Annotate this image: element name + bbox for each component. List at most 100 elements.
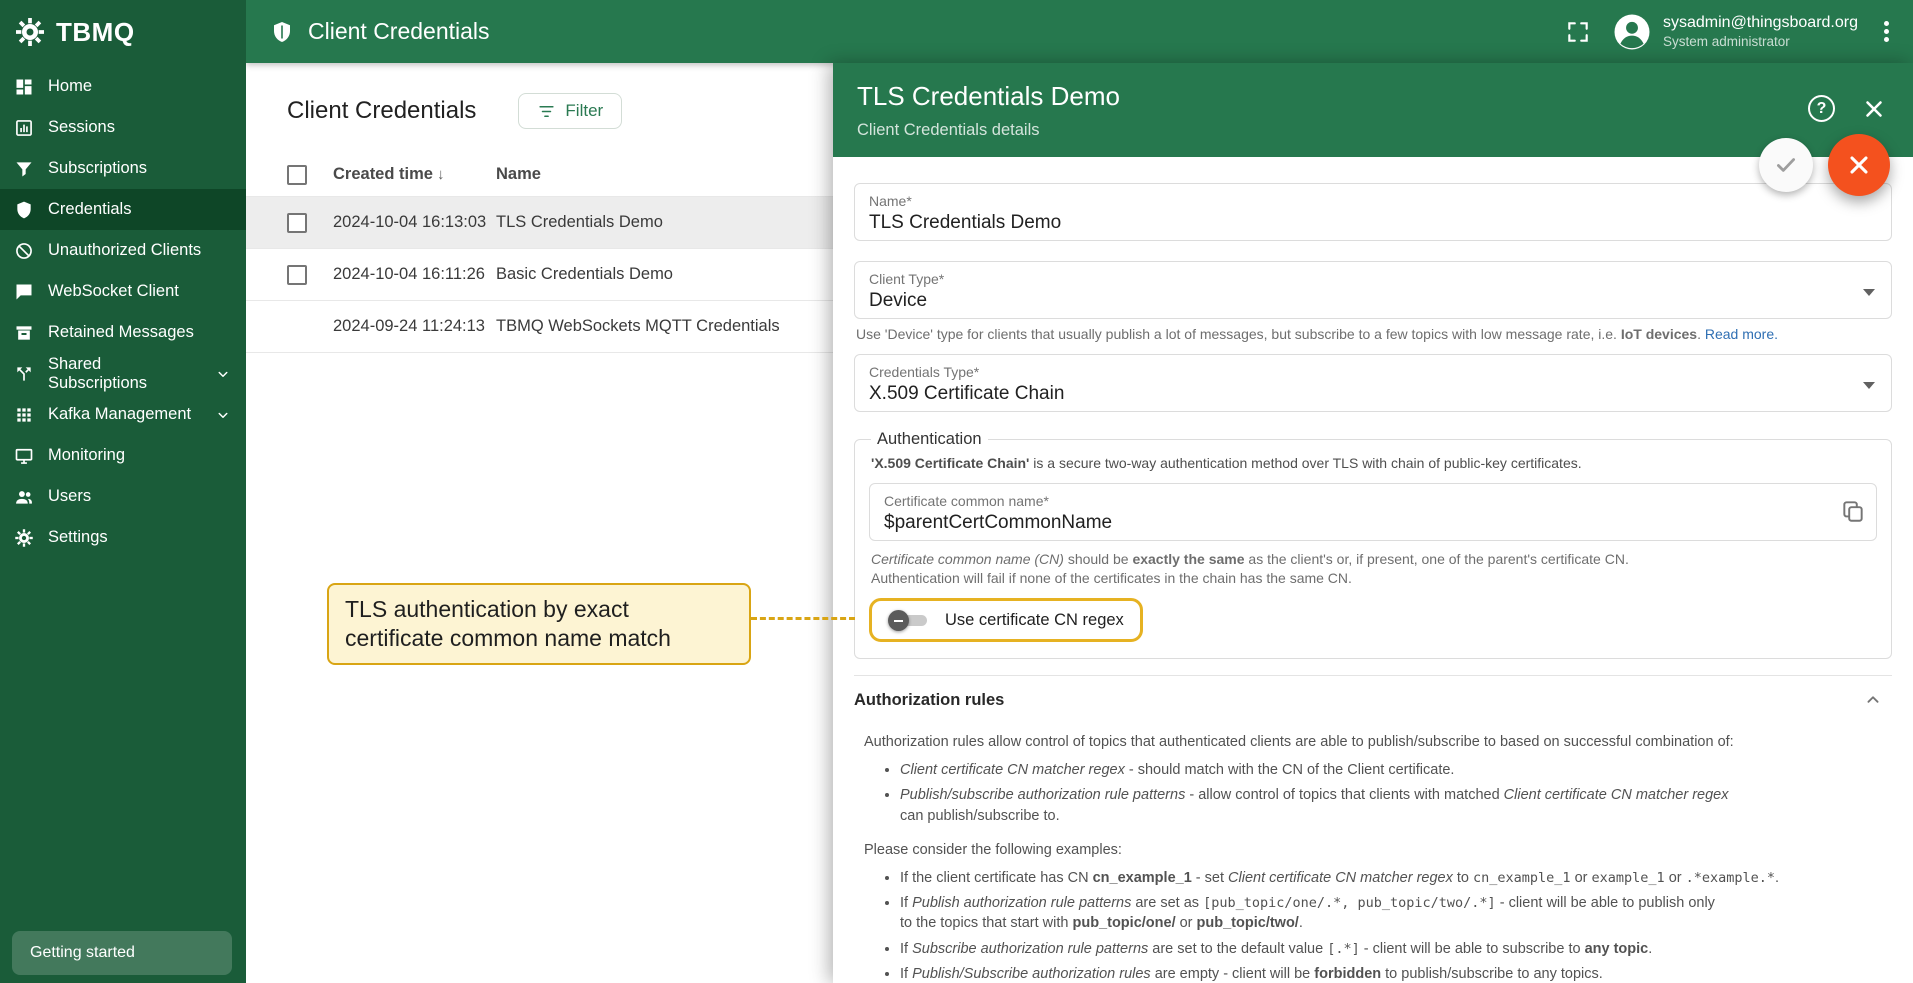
chevron-up-icon[interactable]: [1862, 689, 1884, 711]
filter-icon: [537, 102, 556, 121]
sidebar-item-shared-subscriptions[interactable]: Shared Subscriptions: [0, 353, 246, 394]
column-created-time[interactable]: Created time ↓: [333, 165, 496, 184]
table-row[interactable]: 2024-10-04 16:13:03 TLS Credentials Demo: [246, 197, 833, 249]
subscriptions-icon: [14, 159, 34, 179]
list-item: Publish/subscribe authorization rule pat…: [900, 785, 1892, 826]
cell-name: TLS Credentials Demo: [496, 213, 663, 231]
sidebar-item-label: Unauthorized Clients: [48, 241, 202, 259]
help-icon[interactable]: ?: [1808, 95, 1835, 122]
select-all-checkbox[interactable]: [287, 164, 307, 185]
sidebar-item-subscriptions[interactable]: Subscriptions: [0, 148, 246, 189]
panel-header-actions: ?: [1808, 95, 1887, 122]
sidebar-item-label: Shared Subscriptions: [48, 354, 148, 392]
cell-name: Basic Credentials Demo: [496, 265, 673, 283]
sessions-icon: [14, 118, 34, 138]
account-email: sysadmin@thingsboard.org: [1662, 14, 1858, 31]
close-icon[interactable]: [1861, 96, 1887, 122]
table-row[interactable]: 2024-10-04 16:11:26 Basic Credentials De…: [246, 249, 833, 301]
authorization-rules-panel: Authorization rules Authorization rules …: [854, 675, 1892, 983]
credentials-table: Created time ↓ Name 2024-10-04 16:13:03 …: [246, 153, 833, 353]
client-type-hint: Use 'Device' type for clients that usual…: [856, 326, 1779, 342]
sidebar-item-label: Sessions: [48, 118, 115, 136]
credentials-type-field[interactable]: Credentials Type* X.509 Certificate Chai…: [854, 354, 1892, 412]
sidebar-item-settings[interactable]: Settings: [0, 517, 246, 558]
list-item: If Subscribe authorization rule patterns…: [900, 939, 1892, 959]
list-title: Client Credentials: [287, 97, 477, 124]
authorization-rules-title: Authorization rules: [854, 690, 1005, 709]
sidebar-item-label: Settings: [48, 528, 108, 546]
app-name: TBMQ: [56, 16, 135, 47]
name-field: Name*: [854, 183, 1892, 241]
topbar-actions: sysadmin@thingsboard.org System administ…: [1565, 11, 1895, 53]
people-icon: [14, 487, 34, 507]
authentication-legend: Authentication: [877, 430, 982, 448]
sidebar-item-monitoring[interactable]: Monitoring: [0, 435, 246, 476]
filter-button[interactable]: Filter: [518, 93, 623, 129]
certificate-cn-input[interactable]: [884, 512, 1784, 534]
list-item: If Publish/Subscribe authorization rules…: [900, 964, 1892, 983]
cn-regex-toggle[interactable]: [888, 608, 932, 632]
list-item: Client certificate CN matcher regex - sh…: [900, 760, 1892, 780]
authorization-rules-body: Authorization rules allow control of top…: [854, 734, 1892, 983]
sidebar-item-users[interactable]: Users: [0, 476, 246, 517]
table-row[interactable]: 2024-09-24 11:24:13 TBMQ WebSockets MQTT…: [246, 301, 833, 353]
panel-header: TLS Credentials Demo Client Credentials …: [833, 63, 1913, 157]
cell-created-time: 2024-10-04 16:11:26: [333, 265, 485, 283]
app-root: TBMQ Home Sessions Subscriptions Credent…: [0, 0, 1913, 983]
apps-grid-icon: [14, 405, 34, 425]
call-split-icon: [14, 364, 34, 384]
dropdown-arrow-icon[interactable]: [1863, 382, 1875, 389]
sidebar-item-label: WebSocket Client: [48, 282, 179, 300]
copy-button[interactable]: [1840, 498, 1866, 524]
authorization-intro: Authorization rules allow control of top…: [864, 734, 1734, 750]
sidebar-item-label: Kafka Management: [48, 405, 192, 423]
cell-name: TBMQ WebSockets MQTT Credentials: [496, 317, 780, 335]
sidebar-item-websocket-client[interactable]: WebSocket Client: [0, 271, 246, 312]
sidebar-item-kafka-management[interactable]: Kafka Management: [0, 394, 246, 435]
sort-desc-icon: ↓: [436, 166, 445, 183]
tbmq-logo-icon: [14, 16, 46, 48]
credentials-list-card: Client Credentials Filter Created time ↓…: [246, 63, 833, 983]
authentication-description: 'X.509 Certificate Chain' is a secure tw…: [871, 455, 1582, 471]
tbmq-logo[interactable]: TBMQ: [0, 0, 246, 64]
getting-started-button[interactable]: Getting started: [12, 931, 232, 975]
table-header-row: Created time ↓ Name: [246, 153, 833, 197]
page-title: Client Credentials: [308, 18, 490, 44]
more-vert-icon[interactable]: [1878, 15, 1895, 48]
chevron-down-icon[interactable]: [214, 365, 232, 383]
row-checkbox[interactable]: [287, 212, 307, 233]
name-field-label: Name*: [869, 193, 912, 209]
fullscreen-icon[interactable]: [1565, 19, 1591, 45]
row-checkbox[interactable]: [287, 264, 307, 285]
credentials-type-value: X.509 Certificate Chain: [869, 383, 1065, 404]
apply-changes-fab[interactable]: [1759, 138, 1813, 192]
chevron-down-icon[interactable]: [214, 406, 232, 424]
sidebar-item-credentials[interactable]: Credentials: [0, 189, 246, 230]
authorization-examples-intro: Please consider the following examples:: [864, 841, 1122, 858]
close-icon: [1845, 151, 1873, 179]
authorization-examples-list: If the client certificate has CN cn_exam…: [900, 868, 1892, 983]
dropdown-arrow-icon[interactable]: [1863, 289, 1875, 296]
sidebar-item-home[interactable]: Home: [0, 66, 246, 107]
client-type-label: Client Type*: [869, 271, 945, 287]
column-name[interactable]: Name: [496, 165, 833, 184]
panel-subtitle: Client Credentials details: [857, 121, 1040, 139]
sidebar-item-sessions[interactable]: Sessions: [0, 107, 246, 148]
credentials-type-label: Credentials Type*: [869, 364, 980, 380]
cancel-changes-fab[interactable]: [1828, 134, 1890, 196]
avatar: [1611, 11, 1653, 53]
monitor-icon: [14, 446, 34, 466]
cell-created-time: 2024-09-24 11:24:13: [333, 317, 485, 335]
client-type-field[interactable]: Client Type* Device: [854, 261, 1892, 319]
name-input[interactable]: [869, 212, 1797, 234]
sidebar-item-label: Monitoring: [48, 446, 126, 464]
account-menu[interactable]: sysadmin@thingsboard.org System administ…: [1611, 11, 1858, 53]
sidebar-nav: Home Sessions Subscriptions Credentials …: [0, 66, 246, 558]
shield-icon: [270, 20, 294, 44]
sidebar-item-retained-messages[interactable]: Retained Messages: [0, 312, 246, 353]
sidebar-item-label: Credentials: [48, 200, 132, 218]
sidebar-item-unauthorized-clients[interactable]: Unauthorized Clients: [0, 230, 246, 271]
authorization-rules-header[interactable]: Authorization rules: [854, 676, 1892, 724]
annotation-callout: TLS authentication by exact certificate …: [327, 583, 751, 665]
certificate-cn-label: Certificate common name*: [884, 493, 1049, 509]
